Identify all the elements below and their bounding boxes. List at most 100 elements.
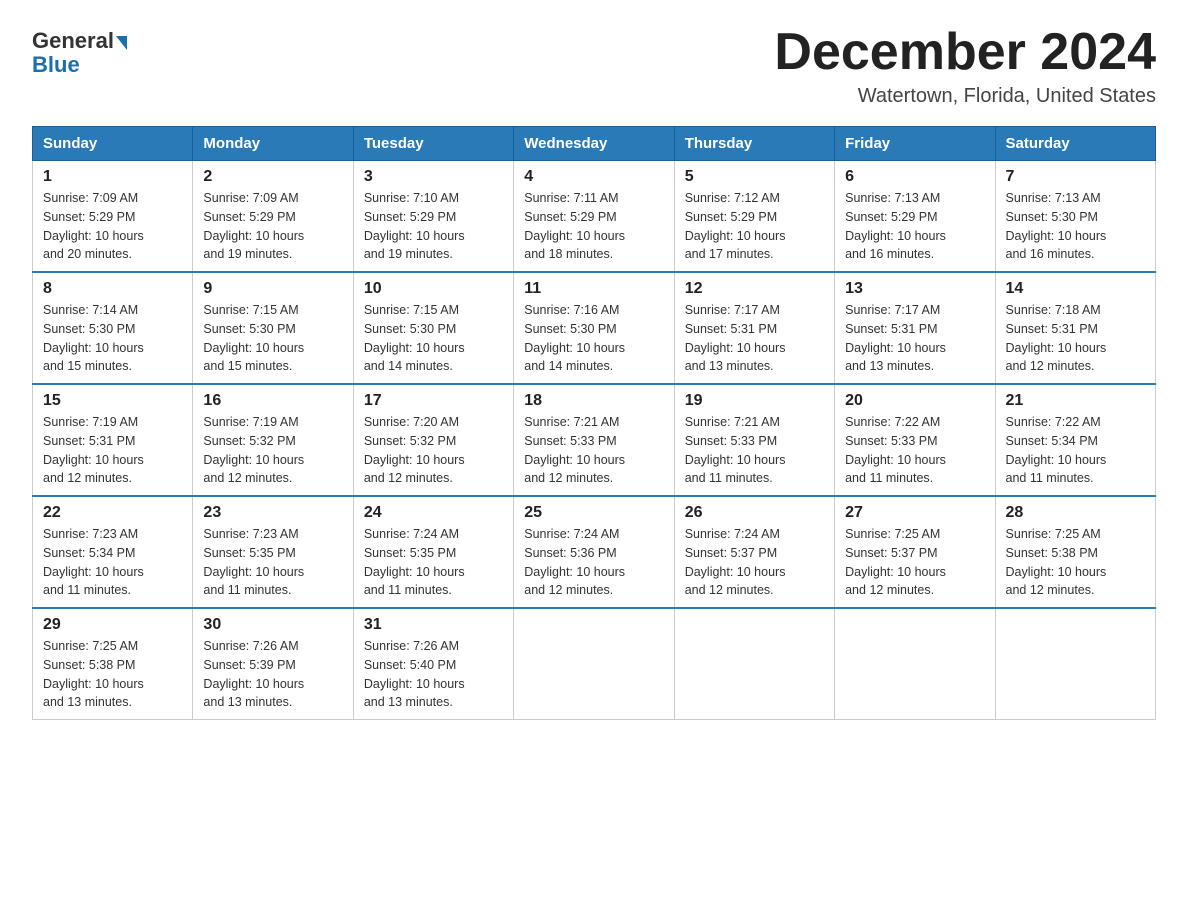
weekday-header-monday: Monday <box>193 127 353 161</box>
day-info: Sunrise: 7:17 AM Sunset: 5:31 PM Dayligh… <box>685 301 824 376</box>
day-info: Sunrise: 7:19 AM Sunset: 5:32 PM Dayligh… <box>203 413 342 488</box>
day-info: Sunrise: 7:26 AM Sunset: 5:39 PM Dayligh… <box>203 637 342 712</box>
day-number: 30 <box>203 616 342 634</box>
calendar-cell: 26 Sunrise: 7:24 AM Sunset: 5:37 PM Dayl… <box>674 496 834 608</box>
day-info: Sunrise: 7:10 AM Sunset: 5:29 PM Dayligh… <box>364 189 503 264</box>
day-info: Sunrise: 7:24 AM Sunset: 5:35 PM Dayligh… <box>364 525 503 600</box>
day-info: Sunrise: 7:21 AM Sunset: 5:33 PM Dayligh… <box>524 413 663 488</box>
day-number: 10 <box>364 280 503 298</box>
calendar-cell: 20 Sunrise: 7:22 AM Sunset: 5:33 PM Dayl… <box>835 384 995 496</box>
calendar-cell: 25 Sunrise: 7:24 AM Sunset: 5:36 PM Dayl… <box>514 496 674 608</box>
day-number: 3 <box>364 168 503 186</box>
week-row-5: 29 Sunrise: 7:25 AM Sunset: 5:38 PM Dayl… <box>33 608 1156 720</box>
calendar-cell: 3 Sunrise: 7:10 AM Sunset: 5:29 PM Dayli… <box>353 161 513 273</box>
day-number: 31 <box>364 616 503 634</box>
day-number: 24 <box>364 504 503 522</box>
calendar-cell <box>835 608 995 720</box>
day-info: Sunrise: 7:12 AM Sunset: 5:29 PM Dayligh… <box>685 189 824 264</box>
calendar-cell: 29 Sunrise: 7:25 AM Sunset: 5:38 PM Dayl… <box>33 608 193 720</box>
weekday-header-saturday: Saturday <box>995 127 1155 161</box>
day-info: Sunrise: 7:23 AM Sunset: 5:35 PM Dayligh… <box>203 525 342 600</box>
day-info: Sunrise: 7:17 AM Sunset: 5:31 PM Dayligh… <box>845 301 984 376</box>
calendar-cell: 21 Sunrise: 7:22 AM Sunset: 5:34 PM Dayl… <box>995 384 1155 496</box>
calendar-cell: 27 Sunrise: 7:25 AM Sunset: 5:37 PM Dayl… <box>835 496 995 608</box>
day-number: 11 <box>524 280 663 298</box>
day-number: 9 <box>203 280 342 298</box>
day-number: 18 <box>524 392 663 410</box>
day-number: 8 <box>43 280 182 298</box>
logo: General Blue <box>32 24 127 78</box>
day-info: Sunrise: 7:22 AM Sunset: 5:34 PM Dayligh… <box>1006 413 1145 488</box>
calendar-subtitle: Watertown, Florida, United States <box>774 85 1156 108</box>
day-number: 22 <box>43 504 182 522</box>
calendar-cell: 31 Sunrise: 7:26 AM Sunset: 5:40 PM Dayl… <box>353 608 513 720</box>
day-number: 12 <box>685 280 824 298</box>
week-row-3: 15 Sunrise: 7:19 AM Sunset: 5:31 PM Dayl… <box>33 384 1156 496</box>
calendar-cell: 30 Sunrise: 7:26 AM Sunset: 5:39 PM Dayl… <box>193 608 353 720</box>
day-number: 16 <box>203 392 342 410</box>
day-info: Sunrise: 7:24 AM Sunset: 5:36 PM Dayligh… <box>524 525 663 600</box>
day-number: 5 <box>685 168 824 186</box>
calendar-cell: 12 Sunrise: 7:17 AM Sunset: 5:31 PM Dayl… <box>674 272 834 384</box>
day-number: 27 <box>845 504 984 522</box>
calendar-cell: 5 Sunrise: 7:12 AM Sunset: 5:29 PM Dayli… <box>674 161 834 273</box>
calendar-cell: 1 Sunrise: 7:09 AM Sunset: 5:29 PM Dayli… <box>33 161 193 273</box>
day-number: 13 <box>845 280 984 298</box>
calendar-cell: 11 Sunrise: 7:16 AM Sunset: 5:30 PM Dayl… <box>514 272 674 384</box>
calendar-cell: 15 Sunrise: 7:19 AM Sunset: 5:31 PM Dayl… <box>33 384 193 496</box>
calendar-cell: 13 Sunrise: 7:17 AM Sunset: 5:31 PM Dayl… <box>835 272 995 384</box>
day-number: 23 <box>203 504 342 522</box>
day-number: 14 <box>1006 280 1145 298</box>
day-number: 28 <box>1006 504 1145 522</box>
day-number: 2 <box>203 168 342 186</box>
day-info: Sunrise: 7:13 AM Sunset: 5:29 PM Dayligh… <box>845 189 984 264</box>
calendar-cell: 22 Sunrise: 7:23 AM Sunset: 5:34 PM Dayl… <box>33 496 193 608</box>
day-info: Sunrise: 7:18 AM Sunset: 5:31 PM Dayligh… <box>1006 301 1145 376</box>
day-info: Sunrise: 7:14 AM Sunset: 5:30 PM Dayligh… <box>43 301 182 376</box>
day-info: Sunrise: 7:16 AM Sunset: 5:30 PM Dayligh… <box>524 301 663 376</box>
day-number: 1 <box>43 168 182 186</box>
calendar-cell: 19 Sunrise: 7:21 AM Sunset: 5:33 PM Dayl… <box>674 384 834 496</box>
calendar-cell <box>514 608 674 720</box>
weekday-header-wednesday: Wednesday <box>514 127 674 161</box>
day-number: 29 <box>43 616 182 634</box>
calendar-cell: 7 Sunrise: 7:13 AM Sunset: 5:30 PM Dayli… <box>995 161 1155 273</box>
logo-arrow-icon <box>116 36 127 50</box>
day-info: Sunrise: 7:25 AM Sunset: 5:37 PM Dayligh… <box>845 525 984 600</box>
day-info: Sunrise: 7:23 AM Sunset: 5:34 PM Dayligh… <box>43 525 182 600</box>
week-row-1: 1 Sunrise: 7:09 AM Sunset: 5:29 PM Dayli… <box>33 161 1156 273</box>
calendar-cell <box>674 608 834 720</box>
day-number: 25 <box>524 504 663 522</box>
day-info: Sunrise: 7:25 AM Sunset: 5:38 PM Dayligh… <box>1006 525 1145 600</box>
day-number: 19 <box>685 392 824 410</box>
calendar-cell: 23 Sunrise: 7:23 AM Sunset: 5:35 PM Dayl… <box>193 496 353 608</box>
day-number: 6 <box>845 168 984 186</box>
calendar-cell: 4 Sunrise: 7:11 AM Sunset: 5:29 PM Dayli… <box>514 161 674 273</box>
calendar-title: December 2024 <box>774 24 1156 81</box>
day-info: Sunrise: 7:13 AM Sunset: 5:30 PM Dayligh… <box>1006 189 1145 264</box>
day-info: Sunrise: 7:20 AM Sunset: 5:32 PM Dayligh… <box>364 413 503 488</box>
calendar-cell <box>995 608 1155 720</box>
calendar-cell: 24 Sunrise: 7:24 AM Sunset: 5:35 PM Dayl… <box>353 496 513 608</box>
calendar-cell: 28 Sunrise: 7:25 AM Sunset: 5:38 PM Dayl… <box>995 496 1155 608</box>
logo-general-text: General <box>32 28 114 54</box>
week-row-4: 22 Sunrise: 7:23 AM Sunset: 5:34 PM Dayl… <box>33 496 1156 608</box>
day-info: Sunrise: 7:22 AM Sunset: 5:33 PM Dayligh… <box>845 413 984 488</box>
weekday-header-tuesday: Tuesday <box>353 127 513 161</box>
day-info: Sunrise: 7:21 AM Sunset: 5:33 PM Dayligh… <box>685 413 824 488</box>
calendar-cell: 9 Sunrise: 7:15 AM Sunset: 5:30 PM Dayli… <box>193 272 353 384</box>
logo-blue-text: Blue <box>32 52 80 78</box>
day-number: 7 <box>1006 168 1145 186</box>
day-info: Sunrise: 7:15 AM Sunset: 5:30 PM Dayligh… <box>364 301 503 376</box>
day-info: Sunrise: 7:15 AM Sunset: 5:30 PM Dayligh… <box>203 301 342 376</box>
day-number: 15 <box>43 392 182 410</box>
header: General Blue December 2024 Watertown, Fl… <box>32 24 1156 108</box>
week-row-2: 8 Sunrise: 7:14 AM Sunset: 5:30 PM Dayli… <box>33 272 1156 384</box>
day-info: Sunrise: 7:11 AM Sunset: 5:29 PM Dayligh… <box>524 189 663 264</box>
calendar-cell: 8 Sunrise: 7:14 AM Sunset: 5:30 PM Dayli… <box>33 272 193 384</box>
day-number: 26 <box>685 504 824 522</box>
day-number: 17 <box>364 392 503 410</box>
day-info: Sunrise: 7:19 AM Sunset: 5:31 PM Dayligh… <box>43 413 182 488</box>
calendar-table: SundayMondayTuesdayWednesdayThursdayFrid… <box>32 126 1156 720</box>
day-info: Sunrise: 7:25 AM Sunset: 5:38 PM Dayligh… <box>43 637 182 712</box>
